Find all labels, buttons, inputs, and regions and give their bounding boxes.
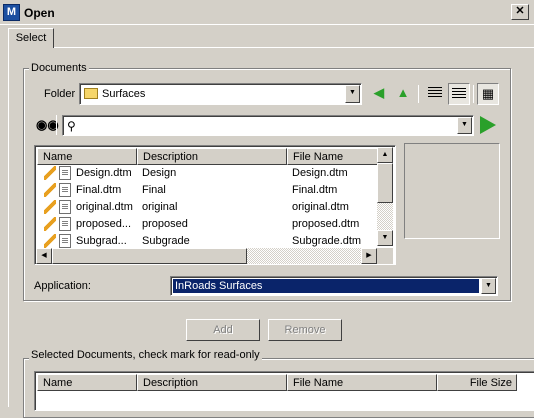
document-icon <box>59 200 71 214</box>
vertical-scrollbar[interactable]: ▲ ▼ <box>377 147 393 246</box>
scroll-down-icon[interactable]: ▼ <box>377 230 393 246</box>
application-label: Application: <box>34 280 91 292</box>
pencil-icon <box>44 183 56 197</box>
list-item[interactable]: proposed... proposed proposed.dtm <box>37 216 377 233</box>
row-description: proposed <box>142 218 188 230</box>
pencil-icon <box>44 234 56 248</box>
column-header-description[interactable]: Description <box>137 374 287 391</box>
folder-icon <box>84 88 98 99</box>
row-name: Design.dtm <box>76 167 132 179</box>
preview-pane <box>404 143 500 239</box>
list-item[interactable]: Final.dtm Final Final.dtm <box>37 182 377 199</box>
column-header-name[interactable]: Name <box>37 148 137 165</box>
chevron-down-icon[interactable]: ▼ <box>345 85 360 103</box>
column-header-file-size[interactable]: File Size <box>437 374 517 391</box>
pencil-icon <box>44 166 56 180</box>
application-value: InRoads Surfaces <box>173 279 479 293</box>
scrollbar-corner <box>377 248 393 264</box>
scroll-right-icon[interactable]: ▶ <box>361 248 377 264</box>
folder-up-button[interactable]: ▲ <box>392 83 414 105</box>
window-title: Open <box>24 6 55 20</box>
row-name: Final.dtm <box>76 184 122 196</box>
remove-button[interactable]: Remove <box>268 319 342 341</box>
row-description: Design <box>142 167 177 179</box>
folder-value: Surfaces <box>102 88 146 100</box>
application-dropdown[interactable]: InRoads Surfaces ▼ <box>170 276 498 296</box>
horizontal-scrollbar[interactable]: ◀ ▶ <box>36 248 377 264</box>
add-button[interactable]: Add <box>186 319 260 341</box>
pencil-icon <box>44 217 56 231</box>
column-header-file-name[interactable]: File Name <box>287 374 437 391</box>
search-icon: ⚲ <box>67 119 76 133</box>
folder-dropdown[interactable]: Surfaces ▼ <box>79 83 362 105</box>
document-icon <box>59 183 71 197</box>
row-description: Subgrade <box>142 235 190 247</box>
document-list[interactable]: Name Description File Name Design.dtm De… <box>34 145 396 265</box>
preview-button[interactable]: ▦ <box>477 83 499 105</box>
scroll-up-icon[interactable]: ▲ <box>377 147 393 163</box>
details-view-icon <box>452 88 466 100</box>
document-icon <box>59 234 71 248</box>
close-button[interactable]: ✕ <box>511 4 529 20</box>
document-icon <box>59 166 71 180</box>
row-description: original <box>142 201 178 213</box>
column-header-description[interactable]: Description <box>137 148 287 165</box>
row-file-name: proposed.dtm <box>292 218 360 230</box>
folder-label: Folder <box>44 88 76 100</box>
documents-group-label: Documents <box>29 62 89 74</box>
scroll-thumb[interactable] <box>377 163 393 203</box>
search-dropdown[interactable]: ⚲ ▼ <box>62 115 474 136</box>
back-button[interactable]: ◀ <box>368 83 390 105</box>
list-item[interactable]: Design.dtm Design Design.dtm <box>37 165 377 182</box>
column-header-file-name[interactable]: File Name <box>287 148 379 165</box>
column-header-name[interactable]: Name <box>37 374 137 391</box>
row-file-name: original.dtm <box>292 201 349 213</box>
chevron-down-icon[interactable]: ▼ <box>457 117 472 134</box>
scroll-thumb[interactable] <box>52 248 247 264</box>
row-name: Subgrad... <box>76 235 127 247</box>
row-name: proposed... <box>76 218 132 230</box>
row-file-name: Subgrade.dtm <box>292 235 362 247</box>
list-view-icon <box>428 87 442 99</box>
go-button[interactable] <box>480 116 496 134</box>
scroll-left-icon[interactable]: ◀ <box>36 248 52 264</box>
list-view-button[interactable] <box>424 83 446 105</box>
chevron-down-icon[interactable]: ▼ <box>481 278 496 294</box>
selected-documents-label: Selected Documents, check mark for read-… <box>29 349 262 361</box>
toolbar-separator <box>418 85 419 103</box>
toolbar-separator <box>473 85 474 103</box>
title-bar <box>0 0 534 25</box>
row-description: Final <box>142 184 166 196</box>
list-item[interactable]: original.dtm original original.dtm <box>37 199 377 216</box>
document-icon <box>59 217 71 231</box>
row-file-name: Design.dtm <box>292 167 348 179</box>
app-icon: M <box>3 4 20 21</box>
tab-select[interactable]: Select <box>8 28 54 48</box>
preview-icon: ▦ <box>481 86 495 101</box>
search-separator <box>56 115 57 135</box>
details-view-button[interactable] <box>448 83 470 105</box>
row-file-name: Final.dtm <box>292 184 338 196</box>
pencil-icon <box>44 200 56 214</box>
row-name: original.dtm <box>76 201 133 213</box>
selected-documents-list[interactable]: Name Description File Name File Size <box>34 371 534 411</box>
